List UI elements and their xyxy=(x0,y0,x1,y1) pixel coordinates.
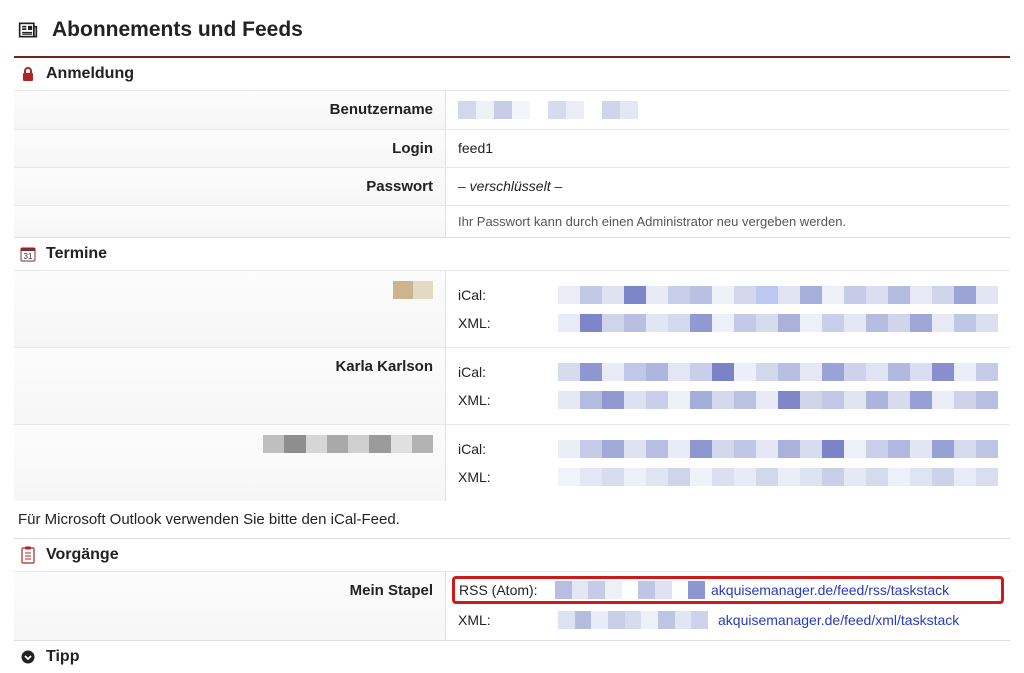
page-title: Abonnements und Feeds xyxy=(52,18,303,42)
termine-row-0: iCal: XML: xyxy=(14,270,1010,347)
termine-2-xml-censored[interactable] xyxy=(558,468,998,486)
meinstapel-label: Mein Stapel xyxy=(14,572,446,640)
section-anmeldung-head: Anmeldung xyxy=(14,56,1010,90)
termine-2-ical-censored[interactable] xyxy=(558,440,998,458)
clipboard-icon xyxy=(18,545,38,565)
ical-label-2: iCal: xyxy=(458,441,548,457)
row-password-note: Ihr Passwort kann durch einen Administra… xyxy=(14,205,1010,237)
termine-heading: Termine xyxy=(46,245,107,263)
password-value: – verschlüsselt – xyxy=(446,168,1010,205)
section-termine-head: 31 Termine xyxy=(14,237,1010,270)
tipp-heading: Tipp xyxy=(46,648,79,666)
lock-icon xyxy=(18,64,38,84)
termine-1-ical-censored[interactable] xyxy=(558,363,998,381)
xml-label-1: XML: xyxy=(458,392,548,408)
ical-label: iCal: xyxy=(458,287,548,303)
xml-link[interactable]: akquisemanager.de/feed/xml/taskstack xyxy=(718,612,959,628)
row-password: Passwort – verschlüsselt – xyxy=(14,167,1010,205)
password-note: Ihr Passwort kann durch einen Administra… xyxy=(446,206,1010,237)
rss-label: RSS (Atom): xyxy=(459,582,549,598)
page-title-row: Abonnements und Feeds xyxy=(14,0,1010,56)
termine-1-xml-censored[interactable] xyxy=(558,391,998,409)
rss-link-prefix-censored xyxy=(555,581,705,599)
calendar-icon: 31 xyxy=(18,244,38,264)
anmeldung-heading: Anmeldung xyxy=(46,65,134,83)
username-value-censored xyxy=(458,101,638,119)
termine-name-2-censored xyxy=(263,435,433,453)
outlook-note: Für Microsoft Outlook verwenden Sie bitt… xyxy=(14,501,1010,538)
rss-link[interactable]: akquisemanager.de/feed/rss/taskstack xyxy=(711,582,949,598)
vorgaenge-heading: Vorgänge xyxy=(46,546,119,564)
news-icon xyxy=(18,20,38,40)
xml-link-prefix-censored xyxy=(558,611,708,629)
row-username: Benutzername xyxy=(14,90,1010,129)
section-tipp-head[interactable]: Tipp xyxy=(14,640,1010,673)
xml-label-v: XML: xyxy=(458,612,548,628)
termine-name-0-censored xyxy=(393,281,433,299)
xml-label: XML: xyxy=(458,315,548,331)
xml-label-2: XML: xyxy=(458,469,548,485)
termine-row-1: Karla Karlson iCal: XML: xyxy=(14,347,1010,424)
username-label: Benutzername xyxy=(14,91,446,129)
section-vorgaenge-head: Vorgänge xyxy=(14,538,1010,571)
row-login: Login feed1 xyxy=(14,129,1010,167)
row-meinstapel: Mein Stapel RSS (Atom): akquisemanager.d… xyxy=(14,571,1010,640)
termine-0-xml-censored[interactable] xyxy=(558,314,998,332)
termine-row-2: iCal: XML: xyxy=(14,424,1010,501)
login-label: Login xyxy=(14,130,446,167)
termine-0-ical-censored[interactable] xyxy=(558,286,998,304)
login-value: feed1 xyxy=(446,130,1010,167)
password-label: Passwort xyxy=(14,168,446,205)
chevron-down-icon xyxy=(18,647,38,667)
svg-text:31: 31 xyxy=(24,252,33,261)
termine-name-1: Karla Karlson xyxy=(14,348,446,424)
ical-label-1: iCal: xyxy=(458,364,548,380)
rss-highlight-box: RSS (Atom): akquisemanager.de/feed/rss/t… xyxy=(452,576,1004,604)
